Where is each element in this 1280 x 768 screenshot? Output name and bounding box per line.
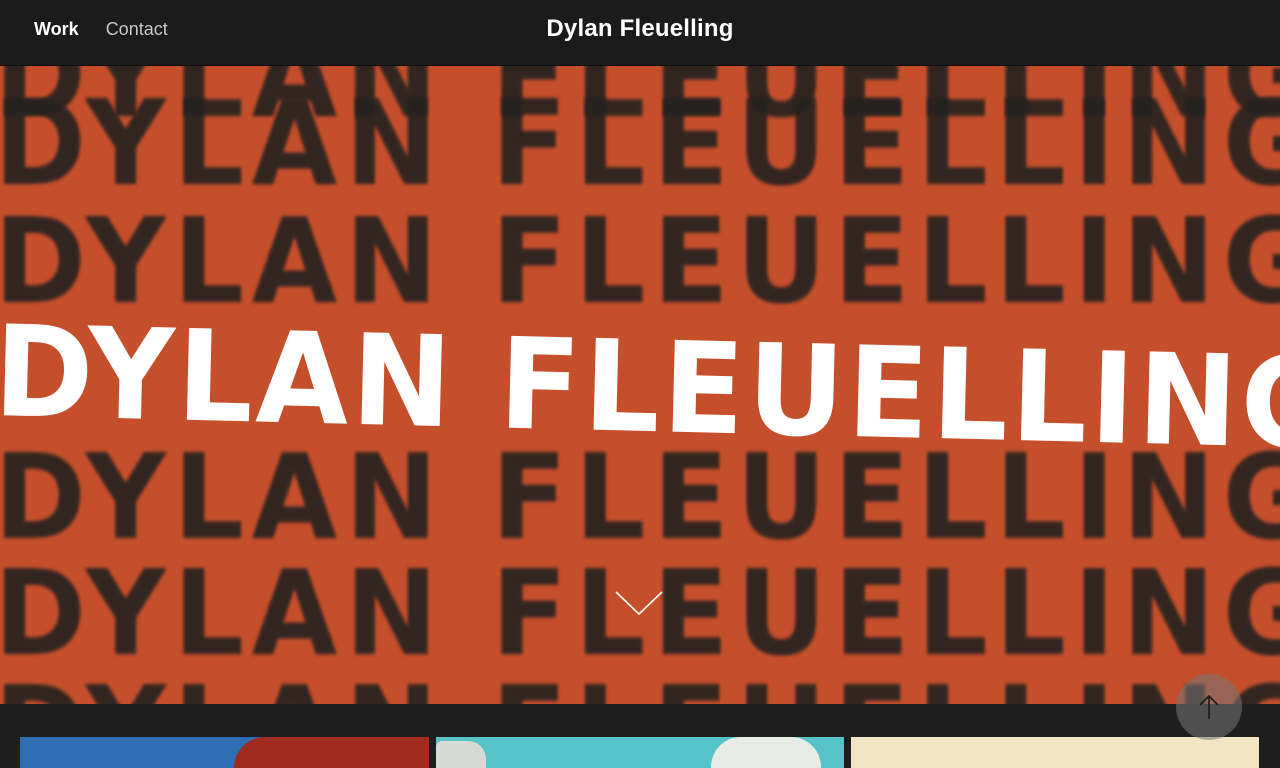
work-grid: [0, 704, 1280, 768]
site-title[interactable]: Dylan Fleuelling: [0, 0, 1280, 58]
site-header: Work Contact Dylan Fleuelling: [0, 0, 1280, 66]
hero-headline: DYLAN FLEUELLING: [0, 298, 1280, 478]
hero-bg-text: DYLAN FLEUELLING: [0, 74, 1280, 212]
scroll-to-top-button[interactable]: [1176, 674, 1242, 740]
chevron-down-icon[interactable]: [612, 586, 666, 618]
hero-banner: DYLAN FLEUELLING DYLAN FLEUELLING DYLAN …: [0, 66, 1280, 704]
work-thumbnail[interactable]: [851, 737, 1259, 768]
arrow-up-icon: [1199, 694, 1219, 719]
hero-bg-text: DYLAN FLEUELLING: [0, 670, 1280, 704]
work-thumbnail[interactable]: [20, 737, 429, 768]
work-thumbnail[interactable]: [436, 737, 844, 768]
